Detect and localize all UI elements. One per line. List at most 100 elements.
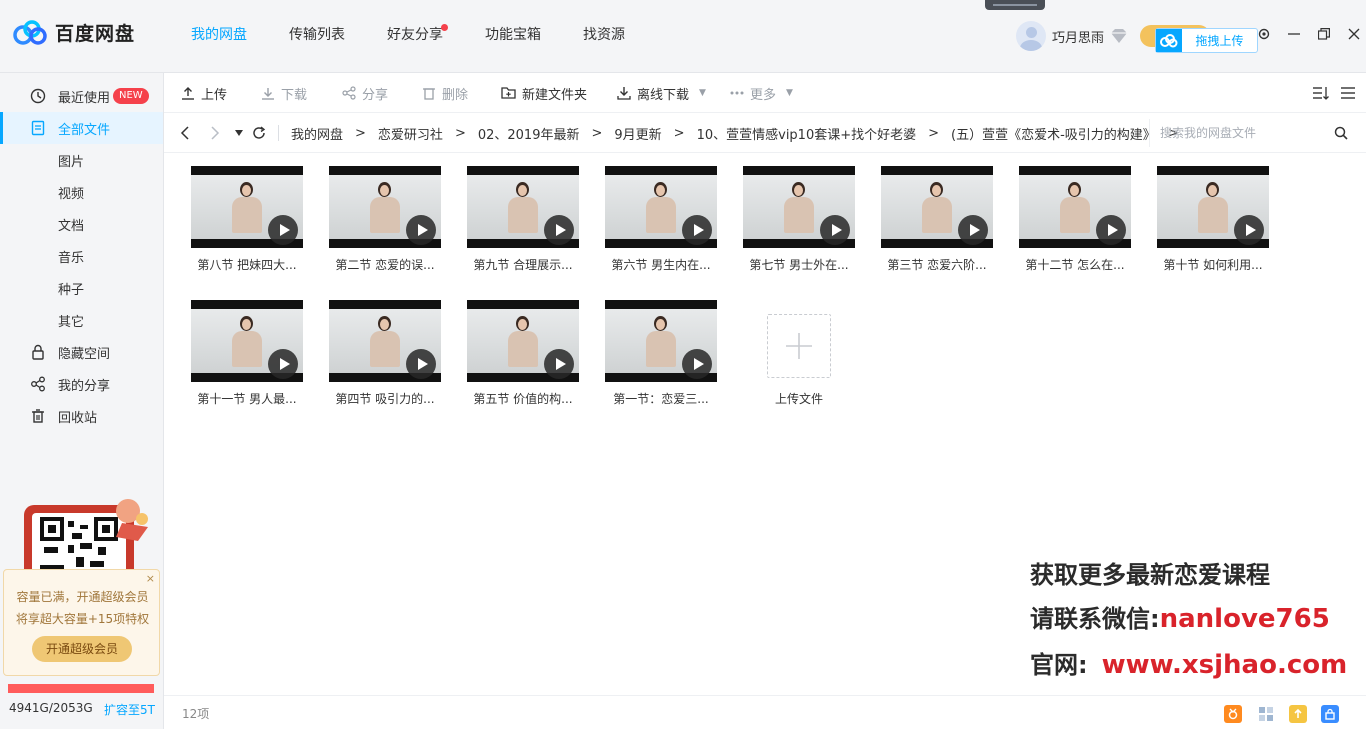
forward-icon[interactable] xyxy=(206,123,224,143)
app-window: 百度网盘 我的网盘 传输列表 好友分享 功能宝箱 找资源 巧月思雨 拖拽上传 最… xyxy=(0,0,1366,729)
more-button[interactable]: 更多 ▼ xyxy=(730,73,793,113)
path-bar: 我的网盘 > 恋爱研习社 > 02、2019年最新 > 9月更新 > 10、萱萱… xyxy=(164,113,1366,153)
breadcrumb-item[interactable]: (五）萱萱《恋爱术-吸引力的构建》 xyxy=(951,124,1156,143)
search-box xyxy=(1149,119,1356,147)
mascot-icon xyxy=(108,497,152,545)
file-name: 第十节 如何利用... xyxy=(1163,258,1263,272)
window-controls xyxy=(1256,25,1362,43)
video-thumbnail xyxy=(605,300,717,382)
video-file[interactable]: 第十节 如何利用... xyxy=(1150,153,1276,279)
file-name: 第六节 男生内在... xyxy=(611,258,711,272)
watermark-line-1: 获取更多最新恋爱课程 xyxy=(1030,555,1270,590)
video-file[interactable]: 第一节：恋爱三... xyxy=(598,287,724,413)
share-icon xyxy=(342,86,356,100)
refresh-icon[interactable] xyxy=(250,123,268,143)
apps-grid-icon[interactable] xyxy=(1257,705,1275,723)
breadcrumb-item[interactable]: 02、2019年最新 xyxy=(478,124,580,143)
delete-button[interactable]: 删除 xyxy=(422,73,468,113)
video-file[interactable]: 第十二节 怎么在... xyxy=(1012,153,1138,279)
sort-icon[interactable] xyxy=(1311,83,1331,103)
sidebar-item-images[interactable]: 图片 xyxy=(0,144,163,176)
drag-upload-label: 拖拽上传 xyxy=(1195,34,1244,48)
storage-usage-text: 4941G/2053G xyxy=(9,701,93,715)
upgrade-vip-button[interactable]: 开通超级会员 xyxy=(32,636,132,662)
promo-line-2: 将享超大容量+15项特权 xyxy=(15,612,150,626)
sidebar-item-label: 全部文件 xyxy=(58,122,111,138)
window-drag-handle[interactable] xyxy=(985,0,1045,10)
list-view-icon[interactable] xyxy=(1338,83,1358,103)
expand-storage-link[interactable]: 扩容至5T xyxy=(104,701,155,718)
settings-icon[interactable] xyxy=(1256,25,1272,43)
breadcrumb: 我的网盘 > 恋爱研习社 > 02、2019年最新 > 9月更新 > 10、萱萱… xyxy=(291,113,1191,153)
video-file[interactable]: 第十一节 男人最... xyxy=(184,287,310,413)
breadcrumb-separator: > xyxy=(928,125,940,141)
video-file[interactable]: 第四节 吸引力的... xyxy=(322,287,448,413)
play-icon xyxy=(268,215,298,245)
sidebar-item-music[interactable]: 音乐 xyxy=(0,240,163,272)
breadcrumb-item[interactable]: 恋爱研习社 xyxy=(378,124,443,143)
video-file[interactable]: 第九节 合理展示... xyxy=(460,153,586,279)
sidebar-item-docs[interactable]: 文档 xyxy=(0,208,163,240)
sidebar-item-label: 回收站 xyxy=(58,410,98,426)
user-info[interactable]: 巧月思雨 xyxy=(1016,21,1128,51)
minimize-icon[interactable] xyxy=(1286,25,1302,43)
share-button[interactable]: 分享 xyxy=(342,73,388,113)
search-input[interactable] xyxy=(1160,124,1320,142)
offline-download-button[interactable]: 离线下载 ▼ xyxy=(617,73,706,113)
backup-upload-icon[interactable] xyxy=(1289,705,1307,723)
chevron-down-icon: ▼ xyxy=(699,88,706,98)
new-folder-button[interactable]: 新建文件夹 xyxy=(501,73,587,113)
promo-line-1: 容量已满，开通超级会员 xyxy=(16,590,149,604)
sidebar-item-recent[interactable]: 最近使用 NEW xyxy=(0,80,163,112)
video-file[interactable]: 第三节 恋爱六阶... xyxy=(874,153,1000,279)
sidebar-item-recycle-bin[interactable]: 回收站 xyxy=(0,400,163,432)
sidebar-item-my-share[interactable]: 我的分享 xyxy=(0,368,163,400)
watermark-key: 请联系微信: xyxy=(1030,605,1160,633)
close-icon[interactable]: × xyxy=(146,572,155,585)
file-name: 第三节 恋爱六阶... xyxy=(887,258,987,272)
sidebar-item-videos[interactable]: 视频 xyxy=(0,176,163,208)
breadcrumb-item[interactable]: 我的网盘 xyxy=(291,124,343,143)
back-icon[interactable] xyxy=(176,123,194,143)
file-name: 第十二节 怎么在... xyxy=(1025,258,1125,272)
nav-toolbox[interactable]: 功能宝箱 xyxy=(464,0,562,73)
upload-file-tile[interactable]: 上传文件 xyxy=(736,287,862,413)
video-file[interactable]: 第二节 恋爱的误... xyxy=(322,153,448,279)
restore-icon[interactable] xyxy=(1316,25,1332,43)
video-file[interactable]: 第八节 把妹四大... xyxy=(184,153,310,279)
nav-friend-share[interactable]: 好友分享 xyxy=(366,0,464,73)
reward-icon[interactable] xyxy=(1224,705,1242,723)
close-icon[interactable] xyxy=(1346,25,1362,43)
breadcrumb-item[interactable]: 10、萱萱情感vip10套课+找个好老婆 xyxy=(697,124,917,143)
upload-icon xyxy=(182,87,194,100)
sidebar-item-all-files[interactable]: 全部文件 xyxy=(0,112,163,144)
search-icon[interactable] xyxy=(1332,124,1350,142)
video-file[interactable]: 第七节 男士外在... xyxy=(736,153,862,279)
nav-transfer-list[interactable]: 传输列表 xyxy=(268,0,366,73)
safe-box-icon[interactable] xyxy=(1321,705,1339,723)
trash-icon xyxy=(423,88,435,100)
breadcrumb-item[interactable]: 9月更新 xyxy=(614,124,661,143)
play-icon xyxy=(958,215,988,245)
breadcrumb-separator: > xyxy=(355,125,366,141)
play-icon xyxy=(406,349,436,379)
download-button[interactable]: 下载 xyxy=(261,73,307,113)
upload-button[interactable]: 上传 xyxy=(181,73,227,113)
video-file[interactable]: 第五节 价值的构... xyxy=(460,287,586,413)
nav-my-disk[interactable]: 我的网盘 xyxy=(170,0,268,73)
sidebar-item-hidden-space[interactable]: 隐藏空间 xyxy=(0,336,163,368)
more-label: 更多 xyxy=(750,87,777,103)
video-file[interactable]: 第六节 男生内在... xyxy=(598,153,724,279)
breadcrumb-separator: > xyxy=(591,125,603,141)
play-icon xyxy=(1096,215,1126,245)
nav-find-resources[interactable]: 找资源 xyxy=(562,0,646,73)
history-dropdown-icon[interactable] xyxy=(230,123,248,143)
lock-icon xyxy=(29,343,47,361)
sidebar-item-other[interactable]: 其它 xyxy=(0,304,163,336)
avatar[interactable] xyxy=(1016,21,1046,51)
sidebar-item-torrents[interactable]: 种子 xyxy=(0,272,163,304)
drag-upload-widget[interactable]: 拖拽上传 xyxy=(1155,28,1258,53)
offline-download-label: 离线下载 xyxy=(637,87,690,103)
sidebar-item-label: 音乐 xyxy=(58,250,85,266)
new-folder-icon xyxy=(501,87,516,99)
